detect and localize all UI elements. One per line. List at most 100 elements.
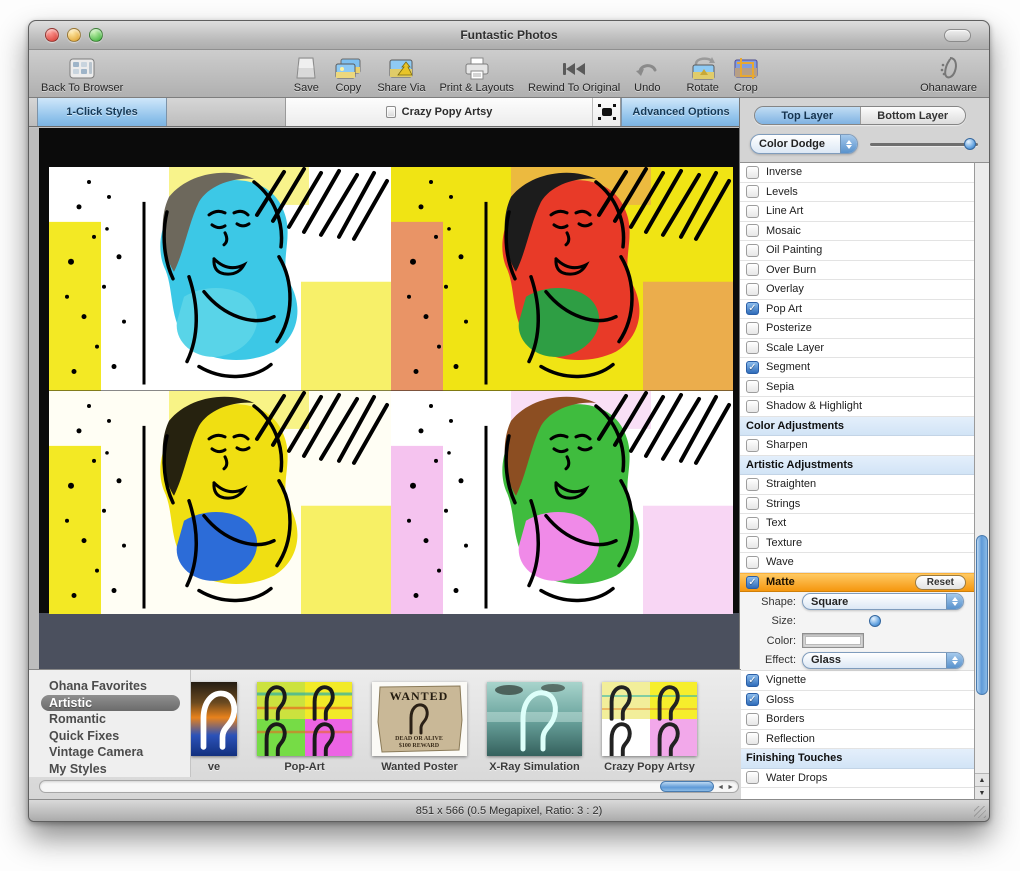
effect-row-vignette[interactable]: ✓ Vignette	[740, 671, 974, 691]
hscroll-thumb[interactable]	[660, 781, 714, 792]
effect-row-scale-layer[interactable]: Scale Layer	[740, 338, 974, 358]
matte-size-slider[interactable]	[802, 613, 964, 630]
thumbnail-image[interactable]	[257, 682, 352, 756]
print-layouts-button[interactable]: Print & Layouts	[439, 50, 514, 94]
blend-amount-slider[interactable]	[870, 134, 978, 154]
scroll-up-button[interactable]: ▲	[975, 773, 989, 786]
checkbox-icon[interactable]	[746, 321, 759, 335]
checkbox-checked-icon[interactable]: ✓	[746, 302, 759, 316]
rotate-button[interactable]: Rotate	[686, 50, 719, 94]
checkbox-icon[interactable]	[746, 399, 759, 413]
effect-row-gloss[interactable]: ✓ Gloss	[740, 690, 974, 710]
checkbox-checked-icon[interactable]: ✓	[746, 575, 759, 589]
checkbox-checked-icon[interactable]: ✓	[746, 673, 759, 687]
category-vintage-camera[interactable]: Vintage Camera	[41, 744, 180, 761]
style-thumbnail-ve[interactable]: ve	[191, 682, 237, 777]
style-thumbnail-x-ray-simulation[interactable]: X-Ray Simulation	[487, 682, 582, 777]
style-thumbnail-crazy-popy-artsy[interactable]: Crazy Popy Artsy	[602, 682, 697, 777]
ohanaware-button[interactable]: Ohanaware	[920, 50, 977, 94]
tab-advanced-options[interactable]: Advanced Options	[621, 98, 741, 126]
category-quick-fixes[interactable]: Quick Fixes	[41, 728, 180, 745]
checkbox-icon[interactable]	[746, 341, 759, 355]
effect-row-straighten[interactable]: Straighten	[740, 475, 974, 495]
effect-row-mosaic[interactable]: Mosaic	[740, 221, 974, 241]
thumbnails-scrollbar[interactable]: ◄ ►	[39, 780, 739, 793]
effect-row-text[interactable]: Text	[740, 514, 974, 534]
effect-row-water-drops[interactable]: Water Drops	[740, 768, 974, 788]
checkbox-icon[interactable]	[746, 438, 759, 452]
category-artistic[interactable]: Artistic	[41, 694, 180, 711]
blend-mode-select[interactable]: Color Dodge	[750, 134, 858, 154]
checkbox-icon[interactable]	[746, 282, 759, 296]
tab-top-layer[interactable]: Top Layer	[755, 107, 860, 124]
effect-row-oil-painting[interactable]: Oil Painting	[740, 241, 974, 261]
checkbox-icon[interactable]	[746, 536, 759, 550]
checkbox-icon[interactable]	[746, 732, 759, 746]
category-my-styles[interactable]: My Styles	[41, 761, 180, 778]
checkbox-icon[interactable]	[746, 185, 759, 199]
effect-row-borders[interactable]: Borders	[740, 710, 974, 730]
scroll-down-button[interactable]: ▼	[975, 786, 989, 799]
checkbox-icon[interactable]	[746, 224, 759, 238]
effects-scrollbar[interactable]: ▲ ▼	[974, 162, 989, 799]
effect-row-strings[interactable]: Strings	[740, 494, 974, 514]
checkbox-icon[interactable]	[746, 771, 759, 785]
checkbox-icon[interactable]	[746, 380, 759, 394]
style-thumbnail-pop-art[interactable]: Pop-Art	[257, 682, 352, 777]
effect-row-wave[interactable]: Wave	[740, 553, 974, 573]
effect-row-matte[interactable]: ✓ Matte Reset	[740, 572, 974, 592]
effect-row-segment[interactable]: ✓ Segment	[740, 358, 974, 378]
slider-knob[interactable]	[868, 615, 881, 628]
effect-row-levels[interactable]: Levels	[740, 182, 974, 202]
effect-row-inverse[interactable]: Inverse	[740, 163, 974, 183]
effect-row-sharpen[interactable]: Sharpen	[740, 436, 974, 456]
thumbnail-image[interactable]: WANTED DEAD OR ALIVE $100 REWARD	[372, 682, 467, 756]
tab-bottom-layer[interactable]: Bottom Layer	[859, 107, 965, 124]
category-ohana-favorites[interactable]: Ohana Favorites	[41, 678, 180, 695]
checkbox-icon[interactable]	[746, 204, 759, 218]
checkbox-checked-icon[interactable]: ✓	[746, 360, 759, 374]
checkbox-icon[interactable]	[746, 243, 759, 257]
matte-option-select[interactable]: Glass	[802, 651, 964, 669]
checkbox-icon[interactable]	[746, 263, 759, 277]
checkbox-icon[interactable]	[746, 165, 759, 179]
back-to-browser-button[interactable]: Back To Browser	[41, 50, 123, 94]
effect-row-sepia[interactable]: Sepia	[740, 377, 974, 397]
checkbox-icon[interactable]	[746, 477, 759, 491]
effect-row-texture[interactable]: Texture	[740, 533, 974, 553]
category-romantic[interactable]: Romantic	[41, 711, 180, 728]
checkbox-icon[interactable]	[746, 516, 759, 530]
scroll-right-button[interactable]: ►	[727, 782, 734, 793]
rewind-to-original-button[interactable]: Rewind To Original	[528, 50, 620, 94]
tab-current-style[interactable]: Crazy Popy Artsy	[285, 98, 593, 126]
copy-button[interactable]: Copy	[333, 50, 363, 94]
blend-slider-knob[interactable]	[963, 138, 976, 150]
thumbnail-image[interactable]	[487, 682, 582, 756]
effect-row-line-art[interactable]: Line Art	[740, 202, 974, 222]
tab-1-click-styles[interactable]: 1-Click Styles	[37, 98, 167, 126]
resize-grip[interactable]	[974, 806, 986, 818]
crop-button[interactable]: Crop	[733, 50, 759, 94]
matte-option-select[interactable]: Square	[802, 593, 964, 611]
checkbox-icon[interactable]	[746, 712, 759, 726]
effect-row-pop-art[interactable]: ✓ Pop Art	[740, 299, 974, 319]
thumbnail-image[interactable]	[602, 682, 697, 756]
effect-row-shadow-highlight[interactable]: Shadow & Highlight	[740, 397, 974, 417]
effect-row-reflection[interactable]: Reflection	[740, 729, 974, 749]
reset-button[interactable]: Reset	[914, 574, 966, 590]
save-button[interactable]: Save	[293, 50, 319, 94]
toolbar-toggle-button[interactable]	[944, 29, 971, 42]
effect-row-posterize[interactable]: Posterize	[740, 319, 974, 339]
undo-button[interactable]: Undo	[634, 50, 660, 94]
scroll-left-button[interactable]: ◄	[717, 782, 724, 793]
style-thumbnail-wanted-poster[interactable]: WANTED DEAD OR ALIVE $100 REWARD Wanted P…	[372, 682, 467, 777]
share-via-button[interactable]: Share Via	[377, 50, 425, 94]
effect-row-overlay[interactable]: Overlay	[740, 280, 974, 300]
checkbox-icon[interactable]	[746, 555, 759, 569]
matte-color-well[interactable]	[802, 633, 864, 649]
thumbnail-image[interactable]	[191, 682, 237, 756]
effect-row-over-burn[interactable]: Over Burn	[740, 260, 974, 280]
fit-to-screen-button[interactable]	[593, 98, 621, 126]
scrollbar-thumb[interactable]	[976, 535, 988, 695]
checkbox-checked-icon[interactable]: ✓	[746, 693, 759, 707]
